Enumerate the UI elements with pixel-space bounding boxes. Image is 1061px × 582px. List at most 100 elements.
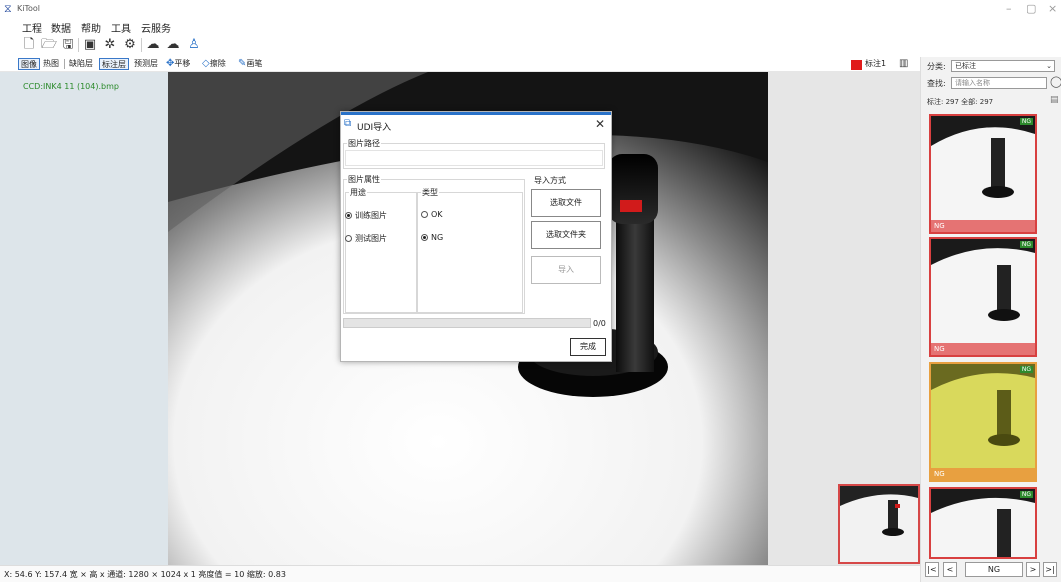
view-ribbon: 图像 热图 缺陷层 标注层 预测层 ✥平移 ◇擦除 ✎画笔 标注1 ▥ — [0, 57, 920, 72]
image-path-input[interactable] — [345, 150, 603, 166]
maximize-button[interactable]: ▢ — [1026, 2, 1036, 15]
image-path-label: 图片路径 — [347, 138, 381, 149]
thumbnail-tag: NG — [1019, 241, 1033, 248]
pager: |< < NG > >| — [922, 562, 1061, 580]
thumbnail-footer: NG — [931, 220, 1035, 232]
radio-dot — [345, 235, 352, 242]
radio-dot — [421, 234, 428, 241]
thumbnail-item-selected[interactable]: NG NG — [929, 362, 1037, 482]
brush-tool-button[interactable]: ✎画笔 — [236, 58, 264, 70]
menu-tools[interactable]: 工具 — [111, 20, 131, 35]
label-tag: 标注1 — [865, 59, 887, 68]
cloud-upload-icon[interactable]: ☁ — [145, 37, 161, 53]
menu-project[interactable]: 工程 — [22, 20, 42, 35]
search-label: 查找: — [927, 79, 946, 88]
chevron-down-icon: ⌄ — [1046, 62, 1052, 70]
minimize-button[interactable]: – — [1006, 2, 1012, 15]
menu-cloud[interactable]: 云服务 — [141, 20, 171, 35]
select-file-button[interactable]: 选取文件 — [531, 189, 601, 217]
label-color-swatch[interactable] — [851, 60, 862, 70]
move-tool-button[interactable]: ✥平移 — [164, 58, 192, 70]
usage-label: 用途 — [349, 187, 367, 198]
thumbnail-image — [931, 116, 1035, 220]
dialog-close-button[interactable]: ✕ — [595, 117, 605, 131]
thumbnail-item[interactable]: NG — [929, 487, 1037, 559]
radio-ok[interactable]: OK — [421, 210, 443, 219]
dialog-app-icon: ⧉ — [344, 118, 352, 129]
thumbnail-image — [931, 364, 1035, 468]
minimap[interactable] — [838, 484, 920, 564]
radio-train-label: 训练图片 — [355, 211, 387, 220]
search-icon[interactable]: ◯ — [1050, 75, 1061, 88]
label-manager-icon[interactable]: ▥ — [899, 58, 908, 69]
list-options-icon[interactable]: ▤ — [1050, 95, 1059, 105]
thumbnail-footer: NG — [931, 468, 1035, 480]
type-label: 类型 — [421, 187, 439, 198]
file-info-pane: CCD:INK4 11 (104).bmp — [0, 72, 168, 565]
app-logo-icon: ⧖ — [4, 2, 12, 15]
view-defect-layer-button[interactable]: 缺陷层 — [67, 58, 95, 70]
view-predict-layer-button[interactable]: 预测层 — [132, 58, 160, 70]
radio-test[interactable]: 测试图片 — [345, 233, 387, 244]
class-filter-label: 分类: — [927, 62, 946, 71]
view-image-button[interactable]: 图像 — [18, 58, 40, 70]
search-input[interactable]: 请输入名称 — [951, 77, 1047, 89]
radio-test-label: 测试图片 — [355, 234, 387, 243]
new-project-icon[interactable]: 🗋 — [21, 37, 37, 53]
prev-page-button[interactable]: < — [943, 562, 957, 577]
thumbnail-tag: NG — [1019, 491, 1033, 498]
import-method-label: 导入方式 — [533, 175, 567, 186]
radio-ng[interactable]: NG — [421, 233, 443, 242]
brush-label: 画笔 — [246, 59, 263, 68]
thumbnail-image — [931, 239, 1035, 343]
view-label-layer-button[interactable]: 标注层 — [99, 58, 129, 70]
last-page-button[interactable]: >| — [1043, 562, 1057, 577]
toolbar-divider — [78, 38, 79, 52]
user-icon[interactable]: ♙ — [186, 37, 202, 53]
eraser-icon: ◇ — [202, 58, 210, 69]
toolbar-divider — [141, 38, 142, 52]
status-text: X: 54.6 Y: 157.4 宽 × 高 x 通道: 1280 × 1024… — [4, 570, 286, 579]
cloud-download-icon[interactable]: ☁ — [165, 37, 181, 53]
page-filter-field[interactable]: NG — [965, 562, 1023, 577]
open-folder-icon[interactable]: 🗁 — [41, 37, 57, 53]
dialog-accent — [341, 112, 611, 115]
class-filter-select[interactable]: 已标注 ⌄ — [951, 60, 1055, 72]
erase-tool-button[interactable]: ◇擦除 — [200, 58, 228, 70]
progress-count: 0/0 — [593, 319, 606, 328]
menu-help[interactable]: 帮助 — [81, 20, 101, 35]
thumbnail-tag: NG — [1019, 366, 1033, 373]
current-filename: CCD:INK4 11 (104).bmp — [23, 82, 119, 91]
train-icon[interactable]: ✲ — [102, 37, 118, 53]
view-heatmap-button[interactable]: 热图 — [41, 58, 61, 70]
thumbnail-image — [931, 489, 1035, 557]
radio-dot — [345, 212, 352, 219]
class-filter-value: 已标注 — [955, 62, 976, 70]
next-page-button[interactable]: > — [1026, 562, 1040, 577]
settings-icon[interactable]: ⚙ — [122, 37, 138, 53]
app-title: KiTool — [17, 4, 41, 13]
count-stats: 标注: 297 全部: 297 — [927, 98, 994, 106]
done-button[interactable]: 完成 — [570, 338, 606, 356]
image-icon[interactable]: ▣ — [82, 37, 98, 53]
image-attr-label: 图片属性 — [347, 174, 381, 185]
menu-data[interactable]: 数据 — [51, 20, 71, 35]
radio-train[interactable]: 训练图片 — [345, 210, 387, 221]
save-icon[interactable]: 🖫 — [60, 37, 76, 53]
ribbon-divider — [64, 59, 65, 69]
select-folder-button[interactable]: 选取文件夹 — [531, 221, 601, 249]
title-bar: ⧖ KiTool – ▢ × — [0, 0, 1061, 18]
menu-bar: 工程 数据 帮助 工具 云服务 — [0, 18, 1061, 35]
toolbar: 🗋 🗁 🖫 ▣ ✲ ⚙ ☁ ☁ ♙ — [0, 34, 1061, 56]
first-page-button[interactable]: |< — [925, 562, 939, 577]
udi-import-dialog: ⧉ UDI导入 ✕ 图片路径 图片属性 用途 类型 训练图片 测试图片 OK N… — [340, 111, 612, 362]
import-button[interactable]: 导入 — [531, 256, 601, 284]
thumbnail-item[interactable]: NG NG — [929, 237, 1037, 357]
minimap-image — [840, 486, 918, 562]
move-label: 平移 — [174, 59, 191, 68]
status-bar: X: 54.6 Y: 157.4 宽 × 高 x 通道: 1280 × 1024… — [0, 565, 920, 582]
radio-dot — [421, 211, 428, 218]
close-window-button[interactable]: × — [1048, 2, 1057, 15]
thumbnail-item[interactable]: NG NG — [929, 114, 1037, 234]
radio-ng-label: NG — [431, 233, 444, 242]
